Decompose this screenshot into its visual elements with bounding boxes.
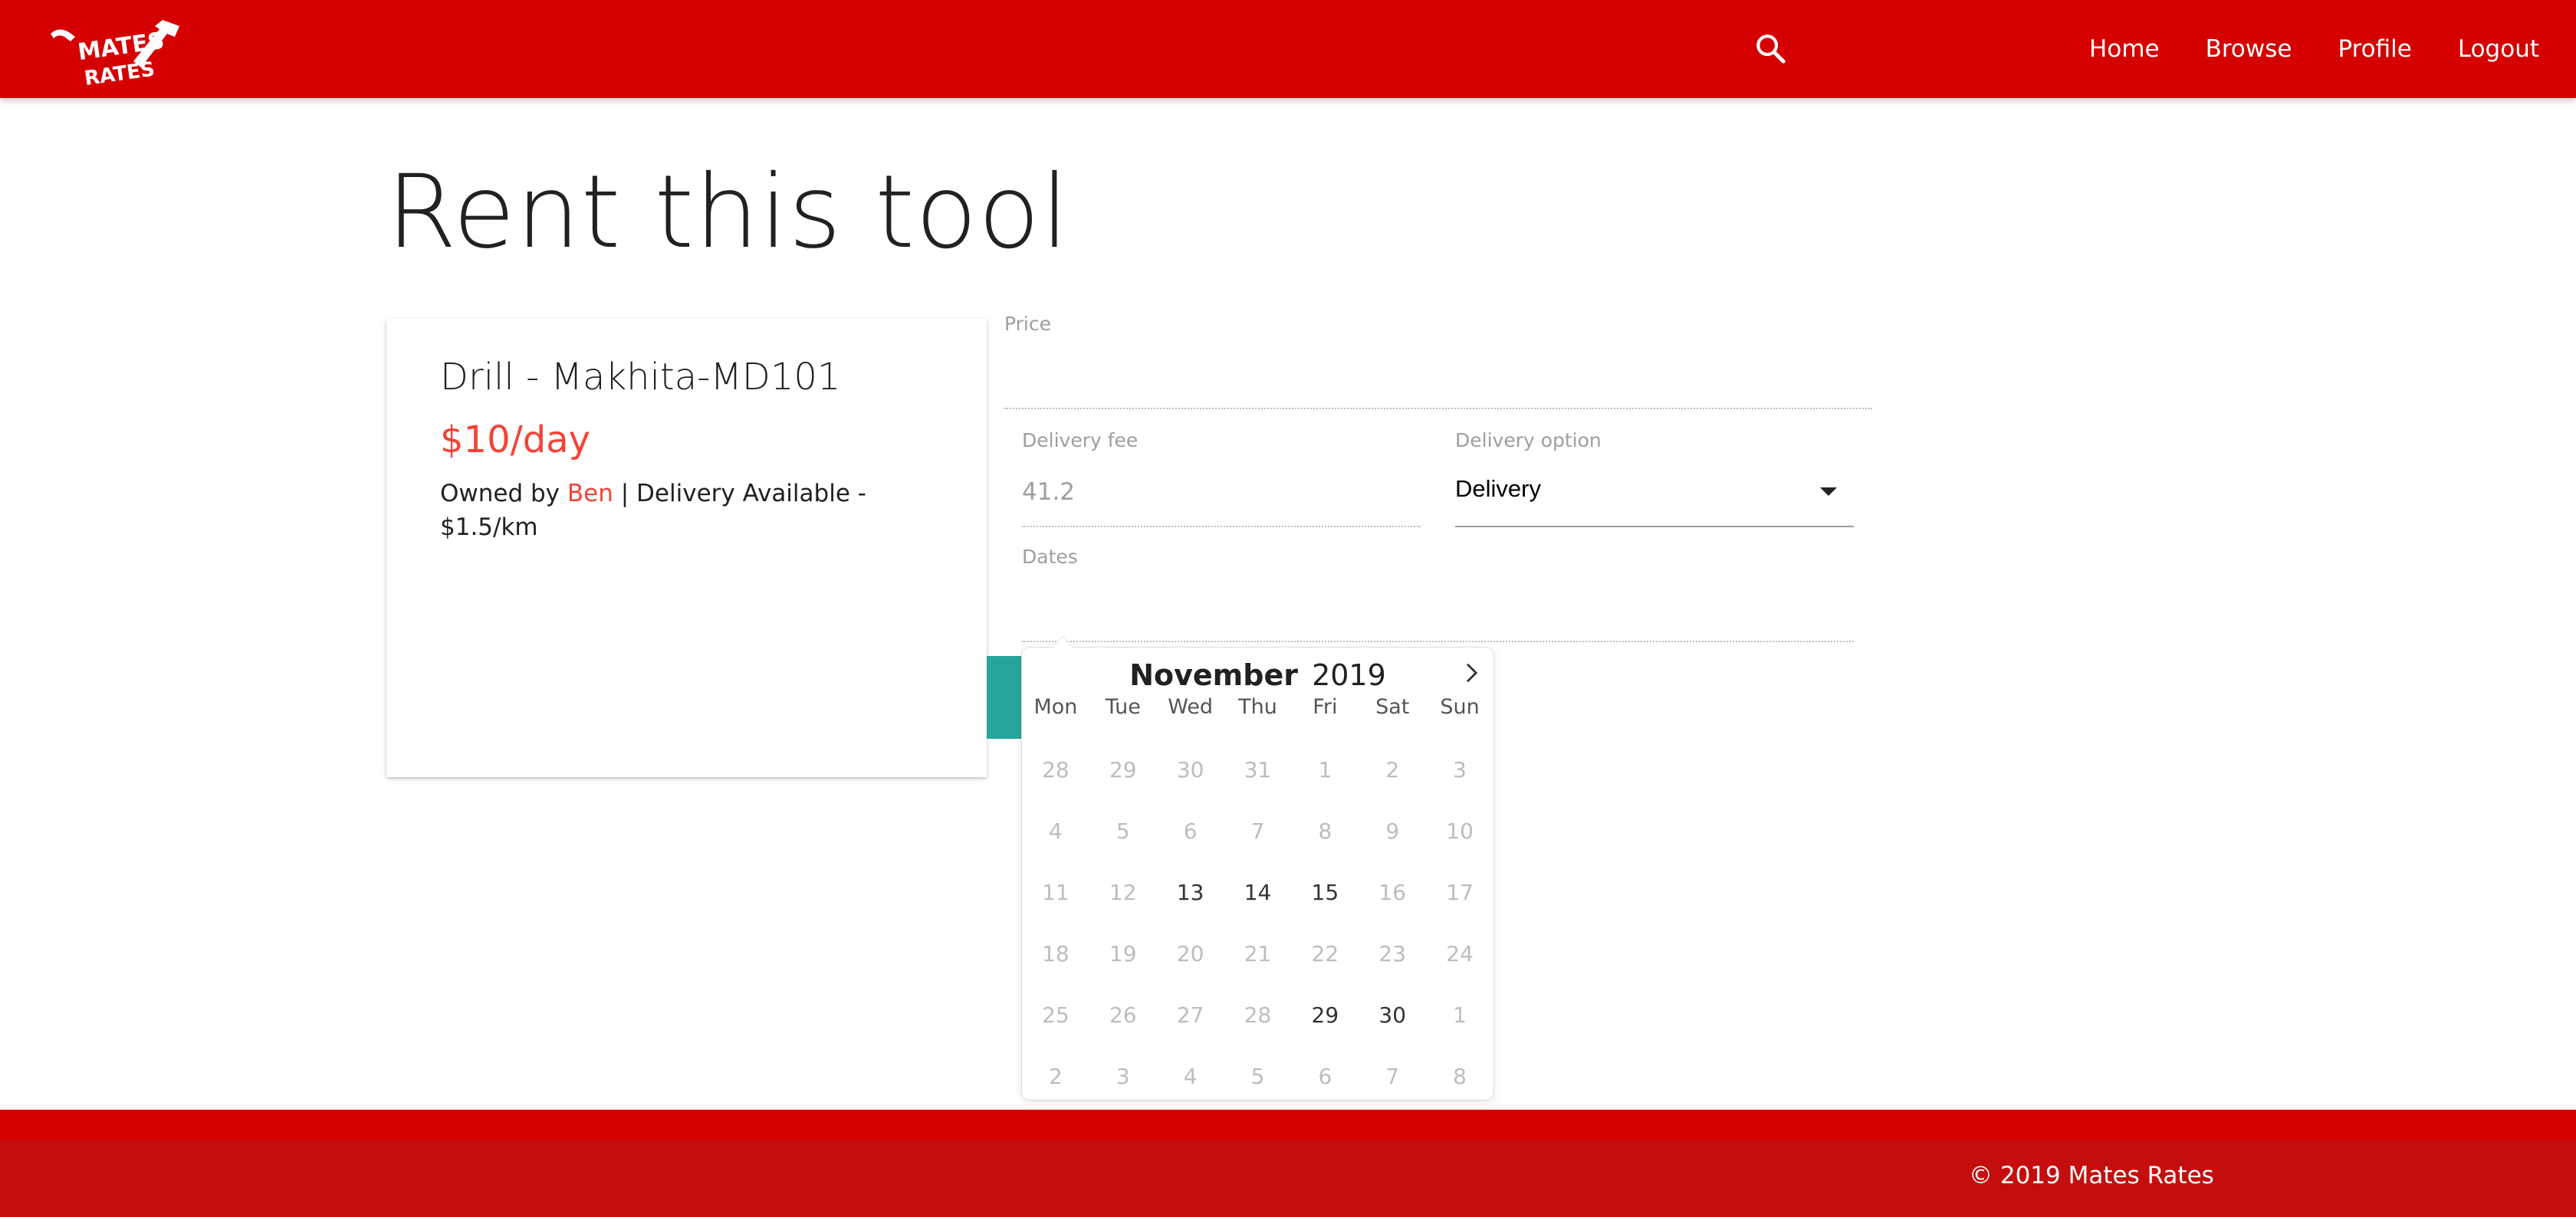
- tool-card: Drill - Makhita-MD101 $10/day Owned by B…: [386, 319, 987, 777]
- page-title: Rent this tool: [386, 153, 1070, 271]
- calendar-day: 2: [1385, 757, 1400, 782]
- owner-link[interactable]: Ben: [567, 480, 613, 507]
- calendar-day: 17: [1446, 880, 1474, 905]
- calendar-day: 8: [1453, 1064, 1467, 1089]
- calendar-day: 21: [1244, 941, 1272, 966]
- weekday-fri: Fri: [1313, 695, 1338, 719]
- calendar-day: 4: [1049, 818, 1063, 844]
- mates-rates-logo[interactable]: MATES RATES: [48, 14, 201, 90]
- calendar-days: 28 29 30 31 1 2 3 4 5 6 7 8 9 10 11 12 13 14 15 16 17 18 19 20 2…: [1022, 740, 1493, 1107]
- calendar-day: 19: [1109, 941, 1137, 966]
- calendar-day: 27: [1176, 1002, 1204, 1028]
- nav-links: Home Browse Profile Logout: [2066, 0, 2562, 98]
- calendar-day: 1: [1318, 757, 1332, 782]
- tool-name: Drill - Makhita-MD101: [440, 356, 841, 399]
- delivery-option-label: Delivery option: [1455, 429, 1602, 451]
- calendar-day: 16: [1378, 880, 1407, 905]
- weekday-sun: Sun: [1440, 695, 1480, 719]
- delivery-fee-field[interactable]: [1022, 526, 1421, 527]
- calendar-day: 3: [1116, 1064, 1130, 1089]
- calendar-day: 25: [1042, 1002, 1070, 1028]
- delivery-option-value: Delivery: [1455, 475, 1541, 502]
- dates-label: Dates: [1022, 546, 1078, 568]
- date-picker-calendar: November 2019 Mon Tue Wed Thu Fri Sat Su…: [1022, 637, 1493, 1100]
- dates-input[interactable]: [1022, 581, 1854, 642]
- calendar-day: 7: [1385, 1064, 1400, 1089]
- delivery-option-select[interactable]: Delivery: [1455, 469, 1854, 527]
- calendar-day[interactable]: 30: [1359, 985, 1426, 1046]
- owned-by-label: Owned by: [440, 480, 560, 507]
- nav-link-logout[interactable]: Logout: [2435, 35, 2562, 63]
- nav-link-browse[interactable]: Browse: [2183, 35, 2315, 63]
- calendar-day: 8: [1318, 818, 1332, 844]
- calendar-month[interactable]: November: [1129, 658, 1298, 692]
- calendar-day[interactable]: 13: [1157, 862, 1224, 923]
- calendar-day: 1: [1453, 1002, 1467, 1028]
- calendar-day[interactable]: 29: [1291, 985, 1359, 1046]
- delivery-fee-value: 41.2: [1022, 478, 1076, 506]
- calendar-day: 23: [1378, 941, 1407, 966]
- nav-link-profile[interactable]: Profile: [2315, 35, 2434, 63]
- calendar-day[interactable]: 14: [1224, 862, 1292, 923]
- calendar-day: 10: [1446, 818, 1474, 844]
- calendar-year[interactable]: 2019: [1312, 658, 1386, 692]
- tool-meta: Owned by Ben | Delivery Available - $1.5…: [440, 477, 931, 544]
- weekday-mon: Mon: [1033, 695, 1078, 719]
- calendar-day: 7: [1250, 818, 1265, 844]
- calendar-day: 30: [1176, 757, 1204, 782]
- calendar-header: November 2019: [1022, 652, 1493, 698]
- calendar-day: 24: [1446, 941, 1474, 966]
- calendar-day: 18: [1042, 941, 1070, 966]
- price-field[interactable]: [1004, 408, 1872, 409]
- weekday-wed: Wed: [1168, 695, 1214, 719]
- calendar-day: 20: [1176, 941, 1204, 966]
- weekday-thu: Thu: [1238, 695, 1277, 719]
- calendar-day: 28: [1042, 757, 1070, 782]
- weekday-sat: Sat: [1375, 695, 1410, 719]
- nav-link-home[interactable]: Home: [2066, 35, 2183, 63]
- calendar-day: 3: [1453, 757, 1467, 782]
- calendar-day[interactable]: 15: [1291, 862, 1359, 923]
- calendar-day: 4: [1183, 1064, 1198, 1089]
- delivery-fee-label: Delivery fee: [1022, 429, 1138, 451]
- calendar-day: 26: [1109, 1002, 1137, 1028]
- footer-copyright: © 2019 Mates Rates: [1969, 1162, 2214, 1189]
- search-icon[interactable]: [1753, 31, 1788, 66]
- chevron-right-icon[interactable]: [1460, 661, 1483, 684]
- calendar-day: 11: [1042, 880, 1070, 905]
- calendar-day: 6: [1318, 1064, 1332, 1089]
- calendar-day: 31: [1244, 757, 1272, 782]
- caret-down-icon: [1820, 487, 1837, 496]
- tool-price: $10/day: [440, 418, 591, 461]
- calendar-day: 28: [1244, 1002, 1272, 1028]
- navbar: MATES RATES Home Browse Profile Logout: [0, 0, 2576, 98]
- calendar-day: 9: [1385, 818, 1400, 844]
- calendar-day: 2: [1049, 1064, 1063, 1089]
- calendar-day: 12: [1109, 880, 1137, 905]
- calendar-day: 5: [1116, 818, 1130, 844]
- calendar-day: 29: [1109, 757, 1137, 782]
- footer-top-band: [0, 1110, 2576, 1140]
- price-label: Price: [1004, 313, 1051, 335]
- calendar-day: 22: [1311, 941, 1339, 966]
- calendar-day: 5: [1250, 1064, 1265, 1089]
- calendar-day: 6: [1183, 818, 1198, 844]
- rent-submit-button[interactable]: [987, 656, 1024, 739]
- calendar-weekdays: Mon Tue Wed Thu Fri Sat Sun: [1022, 695, 1493, 719]
- weekday-tue: Tue: [1105, 695, 1141, 719]
